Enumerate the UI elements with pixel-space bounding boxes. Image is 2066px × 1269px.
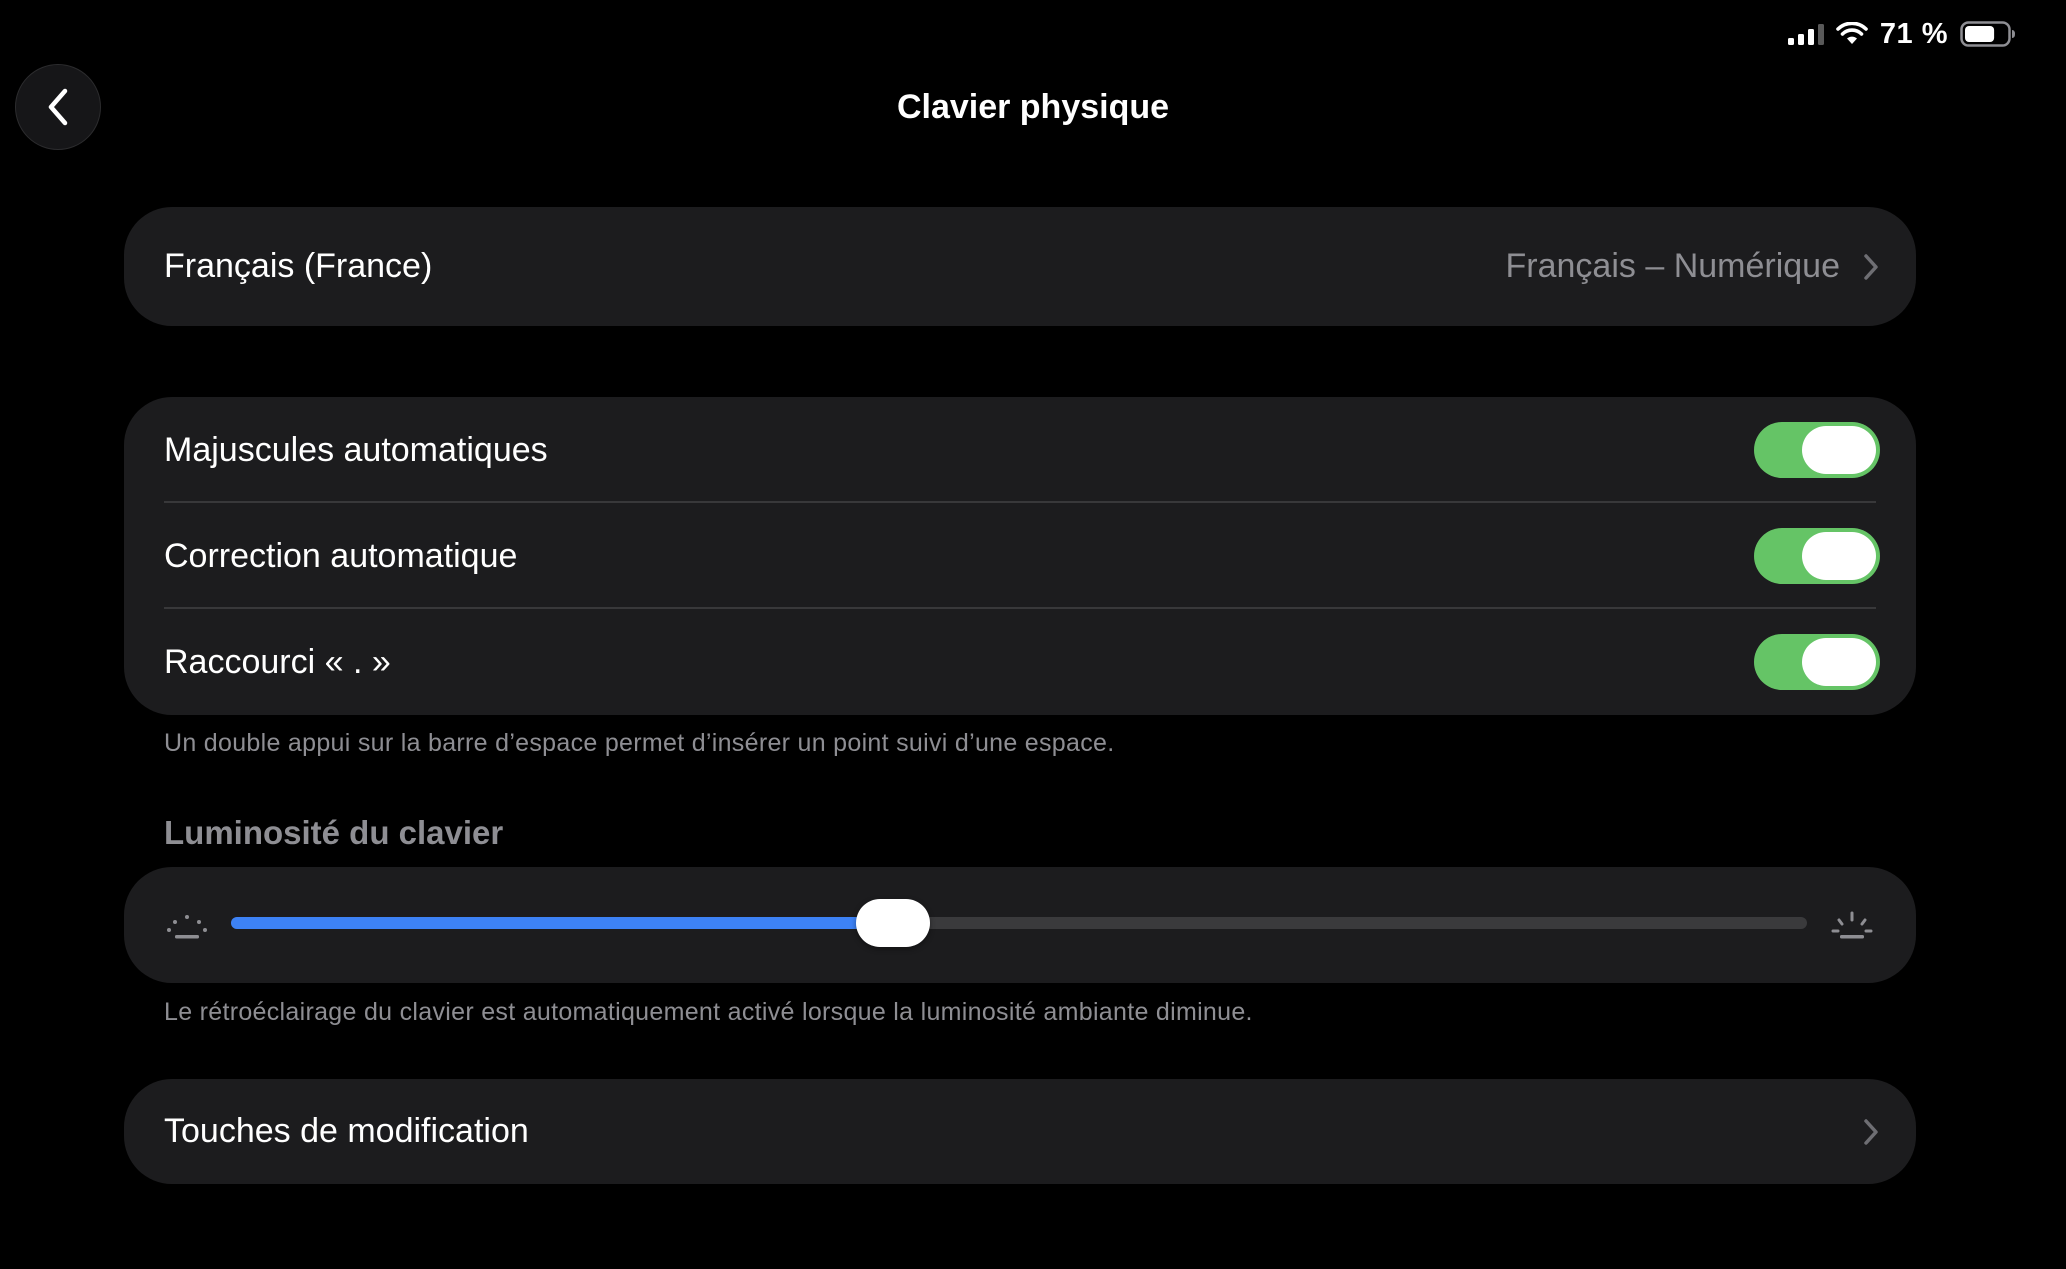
auto-correction-toggle[interactable] [1754, 528, 1880, 584]
battery-icon [1960, 21, 2015, 47]
toggle-label: Majuscules automatiques [164, 430, 548, 469]
keyboard-brightness-footnote: Le rétroéclairage du clavier est automat… [164, 998, 1253, 1026]
modifier-keys-group: Touches de modification [124, 1079, 1916, 1184]
keyboard-brightness-low-icon [167, 915, 207, 939]
auto-capitalization-toggle[interactable] [1754, 422, 1880, 478]
toggle-label: Raccourci « . » [164, 642, 391, 681]
toggle-label: Correction automatique [164, 536, 518, 575]
keyboard-brightness-header: Luminosité du clavier [164, 814, 504, 851]
toggles-group: Majuscules automatiques Correction autom… [124, 397, 1916, 715]
modifier-keys-row[interactable]: Touches de modification [124, 1079, 1916, 1184]
status-bar: 71 % [1787, 14, 2016, 54]
toggle-row-auto-correction: Correction automatique [124, 503, 1916, 609]
language-row[interactable]: Français (France) Français – Numérique [124, 207, 1916, 326]
toggle-row-auto-capitalization: Majuscules automatiques [124, 397, 1916, 503]
period-shortcut-toggle[interactable] [1754, 634, 1880, 690]
toggle-knob [1802, 532, 1876, 580]
keyboard-brightness-slider[interactable] [231, 899, 1807, 947]
wifi-icon [1836, 22, 1868, 44]
language-group: Français (France) Français – Numérique [124, 207, 1916, 326]
page-title: Clavier physique [896, 88, 1170, 126]
keyboard-brightness-high-icon [1831, 911, 1873, 939]
keyboard-layout-value: Français – Numérique [1505, 247, 1840, 285]
battery-percentage: 71 % [1879, 17, 1948, 50]
toggle-row-period-shortcut: Raccourci « . » [124, 609, 1916, 715]
toggle-knob [1802, 426, 1876, 474]
period-shortcut-footnote: Un double appui sur la barre d’espace pe… [164, 729, 1115, 757]
chevron-right-icon [1864, 253, 1878, 280]
slider-fill [231, 917, 893, 929]
toggle-knob [1802, 638, 1876, 686]
chevron-right-icon [1864, 1118, 1878, 1145]
modifier-keys-label: Touches de modification [164, 1112, 529, 1150]
cellular-signal-icon [1787, 23, 1824, 45]
slider-thumb[interactable] [855, 899, 930, 947]
language-label: Français (France) [164, 247, 433, 285]
